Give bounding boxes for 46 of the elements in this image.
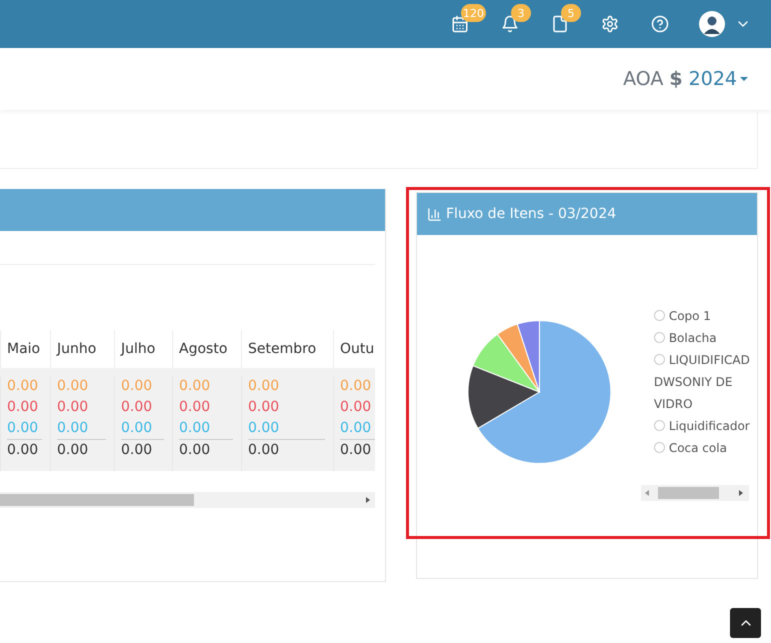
document-icon	[551, 15, 569, 33]
table-cell: 0.00	[121, 439, 164, 461]
bell-icon	[501, 15, 519, 33]
table-cell: 0.00	[248, 439, 325, 461]
table-cell-text: 0.00	[248, 419, 280, 438]
table-cell-text: 0.00	[121, 419, 154, 438]
table-cell-text: 0.00	[340, 398, 372, 417]
count-badge: 3	[511, 4, 531, 22]
year-dropdown[interactable]: 2024	[688, 68, 749, 90]
table-cell: 0.00	[179, 439, 233, 461]
legend-item[interactable]: Copo 1	[654, 305, 757, 327]
table-cell-text: 0.00	[7, 398, 40, 417]
count-badge: 120	[461, 4, 486, 22]
scroll-top-button[interactable]	[730, 608, 761, 638]
legend-item[interactable]: LIQUIDIFICAD DWSONIY DE VIDRO	[654, 349, 757, 415]
table-cell: 0.00	[7, 439, 42, 461]
legend-item[interactable]: Bolacha	[654, 327, 757, 349]
avatar-icon[interactable]	[699, 11, 725, 37]
table-cell-text: 0.00	[57, 377, 90, 396]
table-cell-text: 0.00	[340, 377, 372, 396]
legend-item[interactable]: Coca cola	[654, 437, 757, 459]
table-cell: 0.00	[340, 439, 375, 461]
currency-label: AOA	[623, 68, 664, 90]
table-cell-text: 0.00	[248, 377, 280, 396]
caret-icon	[739, 76, 749, 82]
table-cell-text: 0.00	[340, 419, 372, 438]
card-title: Fluxo de Itens - 03/2024	[446, 206, 616, 222]
count-badge: 5	[561, 4, 581, 22]
table-cell: 0.00	[57, 439, 106, 461]
table-cell-text: 0.00	[179, 419, 212, 438]
horizontal-scrollbar[interactable]	[0, 492, 375, 508]
legend-item[interactable]: Liquidificador	[654, 415, 757, 437]
table-cell-text: 0.00	[179, 377, 212, 396]
settings-icon	[601, 15, 619, 33]
table-cell-text: 0.00	[7, 419, 40, 438]
bar-chart-icon	[427, 206, 442, 222]
table-cell-text: 0.00	[121, 377, 154, 396]
table-cell-text: 0.00	[7, 377, 40, 396]
table-cell-text: 0.00	[248, 398, 280, 417]
table-cell-text: 0.00	[57, 398, 90, 417]
table-cell-text: 0.00	[57, 419, 90, 438]
table-cell-text: 0.00	[179, 398, 212, 417]
table-cell-text: 0.00	[121, 398, 154, 417]
currency-symbol: $	[669, 68, 683, 90]
horizontal-scrollbar[interactable]	[641, 485, 749, 501]
help-icon	[651, 15, 669, 33]
